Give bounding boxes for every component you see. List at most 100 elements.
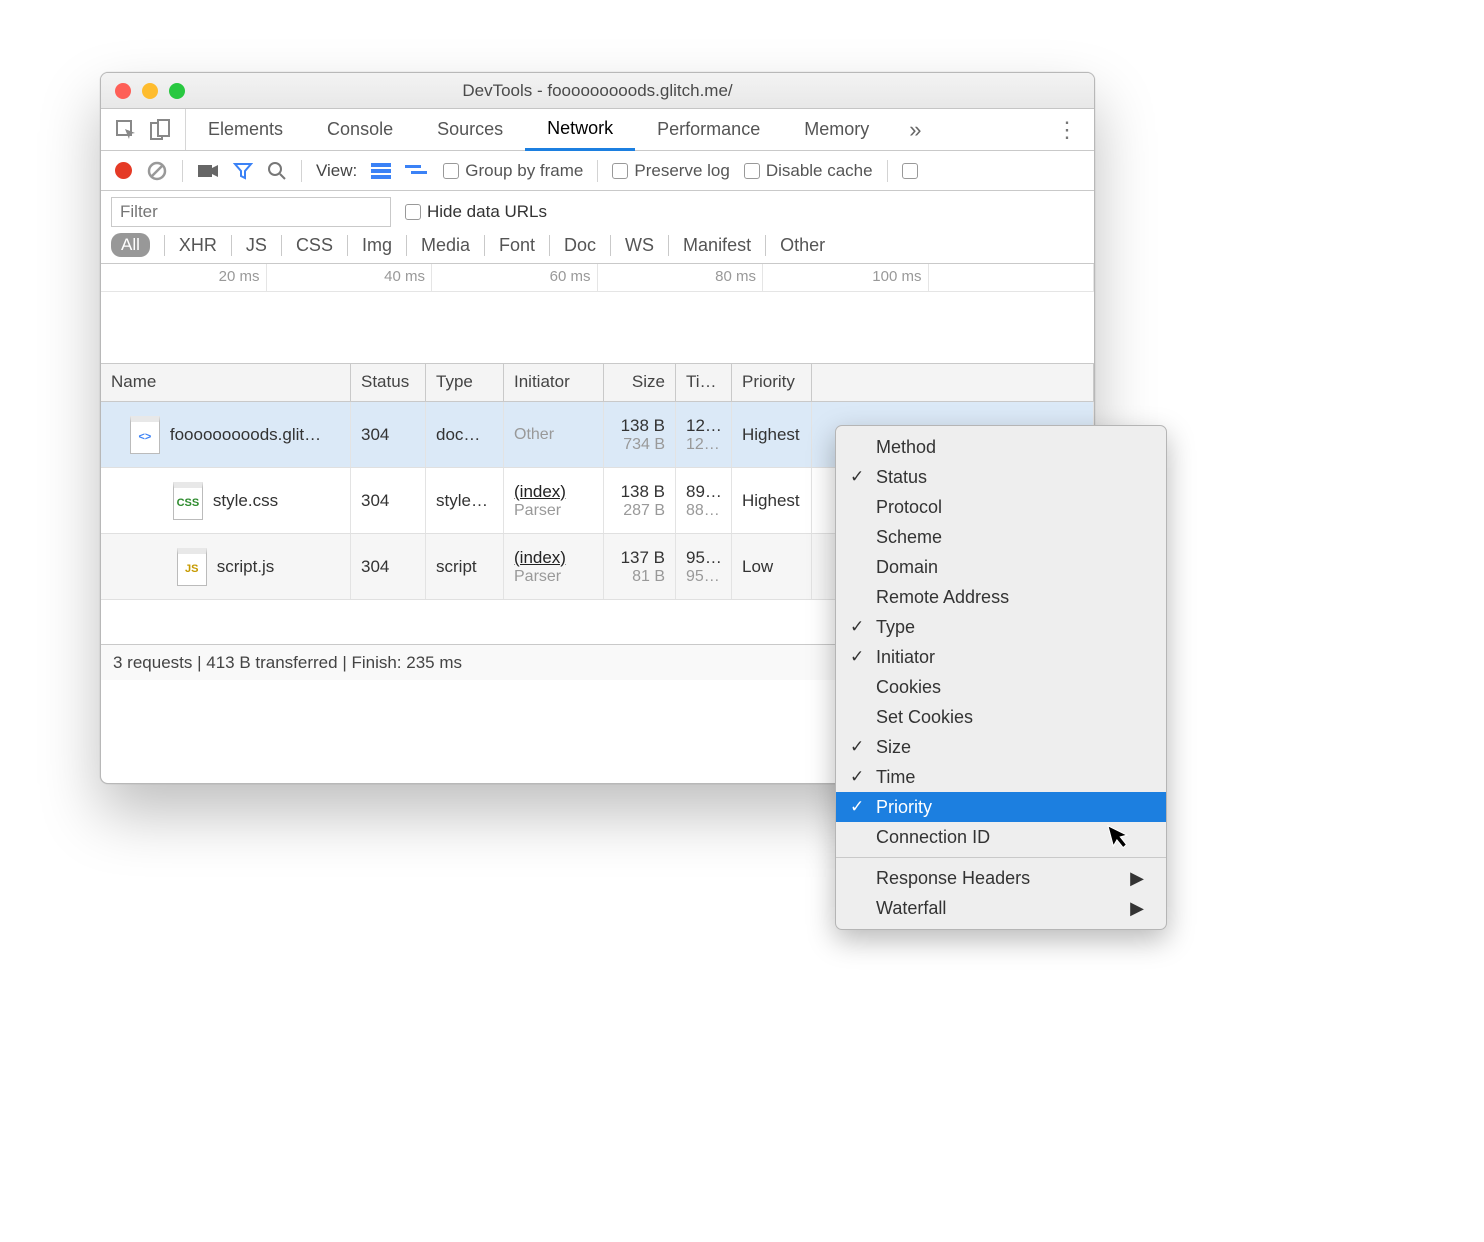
cell-initiator-link[interactable]: (index) — [514, 482, 593, 502]
cell-time-sub: 12… — [686, 436, 721, 454]
timeline-tick: 80 ms — [598, 264, 764, 291]
offline-checkbox[interactable] — [902, 163, 918, 179]
filter-type-ws[interactable]: WS — [610, 235, 654, 256]
filter-icon[interactable] — [233, 161, 253, 181]
menu-item-remote-address[interactable]: Remote Address — [836, 582, 1166, 612]
menu-item-set-cookies[interactable]: Set Cookies — [836, 702, 1166, 732]
view-label: View: — [316, 161, 357, 181]
menu-item-initiator[interactable]: ✓Initiator — [836, 642, 1166, 672]
menu-item-scheme[interactable]: Scheme — [836, 522, 1166, 552]
column-header-type[interactable]: Type — [426, 364, 504, 401]
tab-performance[interactable]: Performance — [635, 109, 782, 150]
column-context-menu: Method ✓Status Protocol Scheme Domain Re… — [835, 425, 1167, 930]
large-rows-icon[interactable] — [371, 163, 391, 179]
menu-item-cookies[interactable]: Cookies — [836, 672, 1166, 702]
column-header-waterfall[interactable] — [812, 364, 1094, 401]
menu-item-size[interactable]: ✓Size — [836, 732, 1166, 762]
timeline-overview[interactable]: 20 ms 40 ms 60 ms 80 ms 100 ms — [101, 264, 1094, 364]
filter-type-manifest[interactable]: Manifest — [668, 235, 751, 256]
disable-cache-label: Disable cache — [766, 161, 873, 181]
maximize-window-button[interactable] — [169, 83, 185, 99]
clear-icon[interactable] — [146, 160, 168, 182]
more-tabs-button[interactable]: » — [891, 117, 939, 143]
traffic-lights — [115, 83, 185, 99]
menu-item-status[interactable]: ✓Status — [836, 462, 1166, 492]
cell-size-sub: 81 B — [614, 568, 665, 586]
timeline-tick: 60 ms — [432, 264, 598, 291]
js-file-icon: JS — [177, 548, 207, 586]
column-header-time[interactable]: Time — [676, 364, 732, 401]
submenu-arrow-icon: ▶ — [1130, 868, 1144, 889]
filter-type-all[interactable]: All — [111, 233, 150, 257]
record-button[interactable] — [115, 162, 132, 179]
check-icon: ✓ — [850, 737, 864, 757]
tab-sources[interactable]: Sources — [415, 109, 525, 150]
group-by-frame-checkbox[interactable]: Group by frame — [443, 161, 583, 181]
tab-network[interactable]: Network — [525, 110, 635, 151]
disable-cache-checkbox[interactable]: Disable cache — [744, 161, 873, 181]
filter-type-media[interactable]: Media — [406, 235, 470, 256]
column-header-name[interactable]: Name — [101, 364, 351, 401]
cell-time-sub: 95… — [686, 568, 721, 586]
device-toolbar-icon[interactable] — [149, 119, 171, 141]
menu-item-type[interactable]: ✓Type — [836, 612, 1166, 642]
cell-size: 138 B — [614, 416, 665, 436]
network-toolbar: View: Group by frame Preserve log Disabl… — [101, 151, 1094, 191]
table-header-row[interactable]: Name Status Type Initiator Size Time Pri… — [101, 364, 1094, 402]
group-by-frame-label: Group by frame — [465, 161, 583, 181]
minimize-window-button[interactable] — [142, 83, 158, 99]
menu-separator — [836, 857, 1166, 858]
filter-type-img[interactable]: Img — [347, 235, 392, 256]
menu-item-waterfall[interactable]: Waterfall▶ — [836, 893, 1166, 923]
cell-type: doc… — [436, 425, 493, 445]
filter-type-other[interactable]: Other — [765, 235, 825, 256]
cell-time: 89… — [686, 482, 721, 502]
timeline-tick: 20 ms — [101, 264, 267, 291]
menu-item-response-headers[interactable]: Response Headers▶ — [836, 863, 1166, 893]
tab-console[interactable]: Console — [305, 109, 415, 150]
cell-priority: Low — [742, 557, 801, 577]
settings-menu-icon[interactable]: ⋮ — [1056, 117, 1078, 143]
filter-input[interactable] — [111, 197, 391, 227]
menu-item-domain[interactable]: Domain — [836, 552, 1166, 582]
cell-size-sub: 287 B — [614, 502, 665, 520]
filter-type-xhr[interactable]: XHR — [164, 235, 217, 256]
cell-time-sub: 88… — [686, 502, 721, 520]
menu-item-time[interactable]: ✓Time — [836, 762, 1166, 792]
document-file-icon: <> — [130, 416, 160, 454]
check-icon: ✓ — [850, 617, 864, 637]
filter-type-css[interactable]: CSS — [281, 235, 333, 256]
column-header-status[interactable]: Status — [351, 364, 426, 401]
tab-elements[interactable]: Elements — [186, 109, 305, 150]
tab-memory[interactable]: Memory — [782, 109, 891, 150]
cell-initiator-link[interactable]: (index) — [514, 548, 593, 568]
menu-item-method[interactable]: Method — [836, 432, 1166, 462]
cell-initiator-sub: Other — [514, 426, 593, 444]
menu-item-protocol[interactable]: Protocol — [836, 492, 1166, 522]
preserve-log-checkbox[interactable]: Preserve log — [612, 161, 729, 181]
filter-type-js[interactable]: JS — [231, 235, 267, 256]
timeline-tick: 40 ms — [267, 264, 433, 291]
hide-data-urls-checkbox[interactable]: Hide data URLs — [405, 202, 547, 222]
close-window-button[interactable] — [115, 83, 131, 99]
overview-icon[interactable] — [405, 163, 429, 179]
check-icon: ✓ — [850, 647, 864, 667]
cell-initiator-sub: Parser — [514, 568, 593, 586]
cell-name: style.css — [213, 491, 278, 511]
column-header-initiator[interactable]: Initiator — [504, 364, 604, 401]
menu-item-priority[interactable]: ✓Priority — [836, 792, 1166, 822]
status-summary: 3 requests | 413 B transferred | Finish:… — [113, 653, 462, 673]
check-icon: ✓ — [850, 767, 864, 787]
filter-type-doc[interactable]: Doc — [549, 235, 596, 256]
column-header-size[interactable]: Size — [604, 364, 676, 401]
column-header-priority[interactable]: Priority — [732, 364, 812, 401]
cell-size: 137 B — [614, 548, 665, 568]
camera-icon[interactable] — [197, 163, 219, 179]
preserve-log-label: Preserve log — [634, 161, 729, 181]
search-icon[interactable] — [267, 161, 287, 181]
menu-item-connection-id[interactable]: Connection ID — [836, 822, 1166, 852]
check-icon: ✓ — [850, 467, 864, 487]
filter-type-font[interactable]: Font — [484, 235, 535, 256]
inspect-element-icon[interactable] — [115, 119, 137, 141]
hide-data-urls-label: Hide data URLs — [427, 202, 547, 222]
